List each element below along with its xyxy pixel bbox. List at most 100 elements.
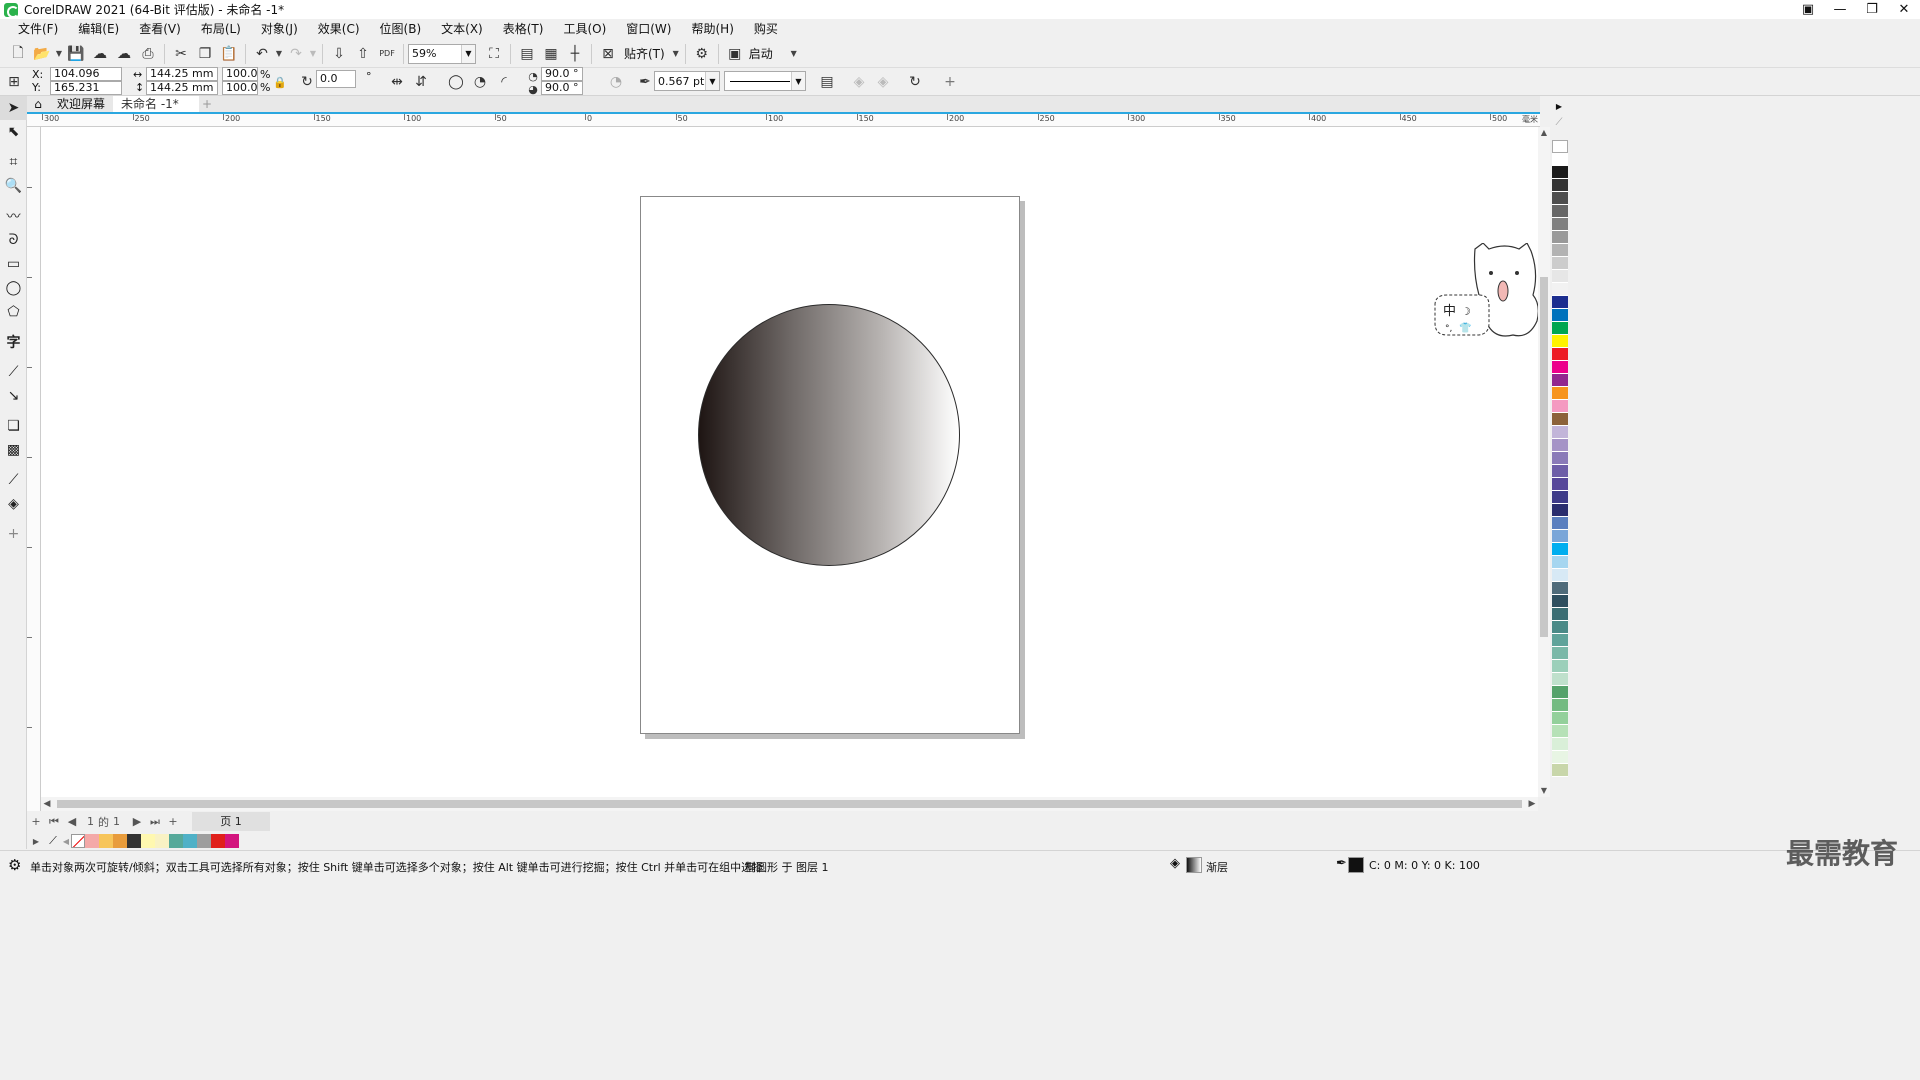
no-color-swatch[interactable] (71, 834, 85, 848)
color-swatch[interactable] (1552, 686, 1568, 699)
color-swatch[interactable] (1552, 270, 1568, 283)
color-swatch[interactable] (1552, 257, 1568, 270)
document-color-swatch[interactable] (155, 834, 169, 848)
tab-welcome-screen[interactable]: 欢迎屏幕 (49, 96, 113, 112)
end-angle-field[interactable]: 90.0 ° (541, 81, 583, 95)
vertical-scrollbar[interactable]: ▲ ▼ (1538, 127, 1550, 797)
horizontal-scrollbar[interactable]: ◀ ▶ (41, 797, 1538, 811)
ellipse-tool-icon[interactable]: ◯ (0, 276, 27, 300)
color-swatch[interactable] (1552, 452, 1568, 465)
launch-menu[interactable]: 启动 (749, 45, 773, 62)
color-swatch[interactable] (1552, 283, 1568, 296)
color-swatch[interactable] (1552, 335, 1568, 348)
color-swatch[interactable] (1552, 530, 1568, 543)
mirror-vertical-icon[interactable]: ⇵ (412, 73, 430, 91)
scale-height-field[interactable]: 100.0 (222, 81, 258, 95)
zoom-tool-icon[interactable]: 🔍 (0, 174, 27, 198)
print-icon[interactable]: ⎙ (136, 43, 160, 65)
color-swatch[interactable] (1552, 179, 1568, 192)
add-tool-icon[interactable]: + (0, 522, 27, 546)
connector-tool-icon[interactable]: ↘ (0, 384, 27, 408)
color-swatch[interactable] (1552, 608, 1568, 621)
open-dropdown-icon[interactable]: ▼ (54, 49, 64, 58)
color-swatch[interactable] (1552, 634, 1568, 647)
crop-tool-icon[interactable]: ⌗ (0, 150, 27, 174)
color-swatch[interactable] (1552, 166, 1568, 179)
color-swatch[interactable] (1552, 595, 1568, 608)
rectangle-tool-icon[interactable]: ▭ (0, 252, 27, 276)
paste-icon[interactable]: 📋 (217, 43, 241, 65)
shape-tool-icon[interactable]: ⬉ (0, 120, 27, 144)
color-swatch[interactable] (1552, 699, 1568, 712)
document-color-swatch[interactable] (141, 834, 155, 848)
outline-width-combo[interactable]: 0.567 pt ▼ (654, 71, 720, 91)
to-front-icon[interactable]: ◈ (850, 73, 868, 91)
color-swatch[interactable] (1552, 517, 1568, 530)
parallel-dimension-icon[interactable]: ⟋ (0, 360, 27, 384)
color-swatch[interactable] (1552, 361, 1568, 374)
maximize-button[interactable]: ❐ (1856, 0, 1888, 19)
tab-document[interactable]: 未命名 -1* (113, 96, 200, 112)
snap-dropdown-icon[interactable]: ▼ (671, 49, 681, 58)
new-document-icon[interactable]: 🗋 (6, 43, 30, 65)
gradient-ellipse[interactable] (698, 304, 960, 566)
mirror-horizontal-icon[interactable]: ⇹ (388, 73, 406, 91)
color-swatch[interactable] (1552, 478, 1568, 491)
transparency-tool-icon[interactable]: ▩ (0, 438, 27, 462)
menu-object[interactable]: 对象(J) (251, 19, 308, 40)
menu-view[interactable]: 查看(V) (129, 19, 191, 40)
document-color-swatch[interactable] (85, 834, 99, 848)
cut-icon[interactable]: ✂ (169, 43, 193, 65)
color-swatch[interactable] (1552, 465, 1568, 478)
color-swatch[interactable] (1552, 348, 1568, 361)
document-color-swatch[interactable] (225, 834, 239, 848)
last-page-icon[interactable]: ⏭ (146, 815, 164, 829)
document-color-swatch[interactable] (127, 834, 141, 848)
menu-edit[interactable]: 编辑(E) (68, 19, 129, 40)
document-color-swatch[interactable] (197, 834, 211, 848)
scale-width-field[interactable]: 100.0 (222, 67, 258, 81)
to-back-icon[interactable]: ◈ (874, 73, 892, 91)
snap-off-icon[interactable]: ⊠ (596, 43, 620, 65)
publish-pdf-icon[interactable]: PDF (375, 43, 399, 65)
chevron-down-icon[interactable]: ▼ (791, 72, 805, 90)
y-position-field[interactable]: 165.231 mm (50, 81, 122, 106)
scroll-right-icon[interactable]: ▶ (1526, 797, 1538, 811)
color-swatch[interactable] (1552, 413, 1568, 426)
undo-icon[interactable]: ↶ (250, 43, 274, 65)
zoom-level-combo[interactable]: 59% ▼ (408, 43, 476, 64)
color-swatch[interactable] (1552, 738, 1568, 751)
ellipse-shape-icon[interactable]: ◯ (447, 73, 465, 91)
chevron-down-icon[interactable]: ▼ (705, 72, 719, 90)
open-folder-icon[interactable]: 📂 (30, 43, 54, 65)
color-swatch[interactable] (1552, 439, 1568, 452)
color-swatch[interactable] (1552, 751, 1568, 764)
scroll-up-icon[interactable]: ▲ (1538, 127, 1550, 139)
menu-buy[interactable]: 购买 (744, 19, 788, 40)
page-tab[interactable]: 页 1 (192, 812, 270, 831)
color-swatch[interactable] (1552, 764, 1568, 777)
save-icon[interactable]: 💾 (64, 43, 88, 65)
document-page[interactable] (640, 196, 1020, 734)
change-direction-icon[interactable]: ◔ (607, 73, 625, 91)
add-property-icon[interactable]: + (941, 73, 959, 91)
color-swatch[interactable] (1552, 504, 1568, 517)
color-swatch[interactable] (1552, 231, 1568, 244)
scroll-down-icon[interactable]: ▼ (1538, 785, 1550, 797)
import-icon[interactable]: ⇩ (327, 43, 351, 65)
color-swatch[interactable] (1552, 296, 1568, 309)
palette-eyedropper-icon[interactable]: ⟋ (45, 834, 61, 848)
color-swatch[interactable] (1552, 725, 1568, 738)
cat-mascot-ime-icon[interactable]: 中 ☽ °, 👕 (1433, 243, 1543, 339)
color-swatch[interactable] (1552, 556, 1568, 569)
next-page-icon[interactable]: ▶ (128, 815, 146, 828)
menu-file[interactable]: 文件(F) (8, 19, 68, 40)
color-swatch[interactable] (1552, 387, 1568, 400)
chevron-down-icon[interactable]: ▼ (461, 44, 475, 63)
line-style-combo[interactable]: ▼ (724, 71, 806, 91)
redo-dropdown-icon[interactable]: ▼ (308, 49, 318, 58)
x-position-field[interactable]: 104.096 mm (50, 67, 122, 92)
convert-to-curves-icon[interactable]: ↻ (906, 73, 924, 91)
polygon-tool-icon[interactable]: ⬠ (0, 300, 27, 324)
previous-page-icon[interactable]: ◀ (63, 815, 81, 828)
